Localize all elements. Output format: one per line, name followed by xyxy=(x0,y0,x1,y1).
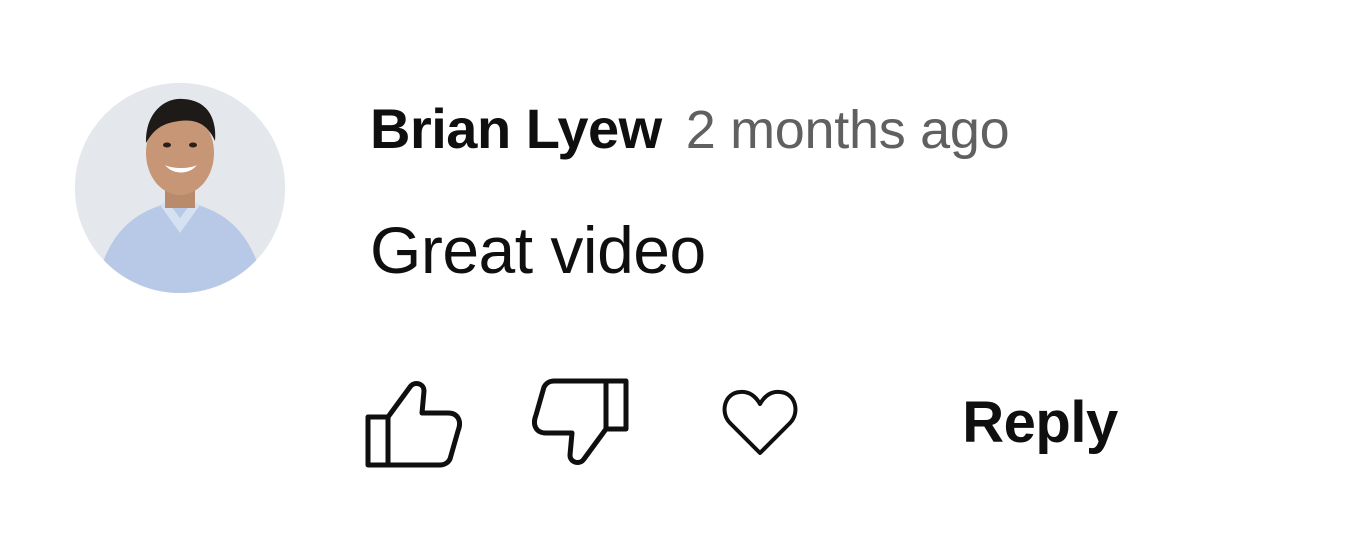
avatar[interactable] xyxy=(75,83,285,293)
comment-thread: Brian Lyew 2 months ago Great video Repl… xyxy=(0,0,1366,542)
comment-header: Brian Lyew 2 months ago xyxy=(370,96,1010,168)
thumbs-up-icon xyxy=(365,381,462,468)
comment-timestamp[interactable]: 2 months ago xyxy=(686,99,1010,161)
heart-icon xyxy=(722,389,798,455)
heart-button[interactable] xyxy=(720,372,800,472)
thumbs-down-icon xyxy=(532,378,629,465)
comment-text: Great video xyxy=(370,213,706,287)
avatar-photo xyxy=(75,83,285,293)
like-button[interactable] xyxy=(360,372,464,472)
comment-actions: Reply xyxy=(360,372,1180,472)
dislike-button[interactable] xyxy=(530,372,634,472)
author-name[interactable]: Brian Lyew xyxy=(370,96,662,161)
reply-button[interactable]: Reply xyxy=(960,372,1120,472)
